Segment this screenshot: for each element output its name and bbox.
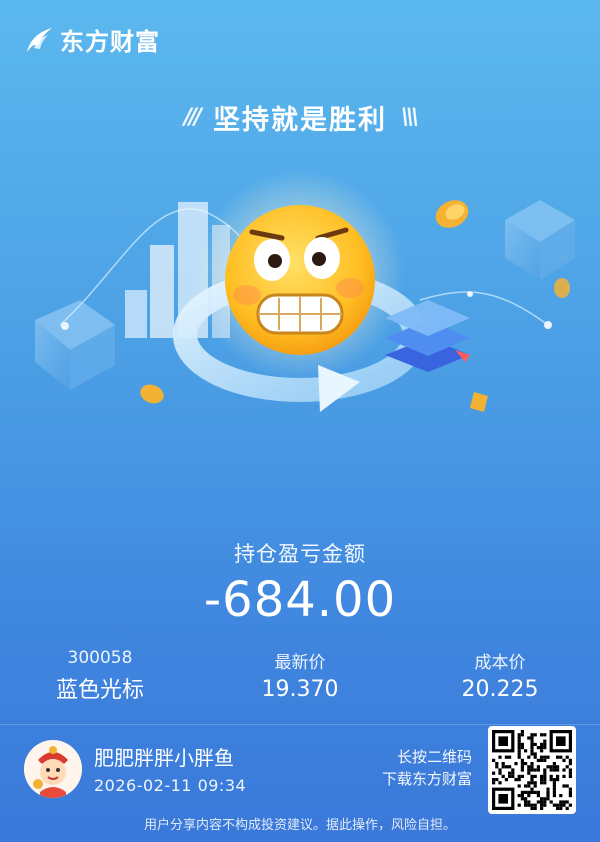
worried-face-icon bbox=[225, 205, 375, 355]
latest-price-stat: 最新价 19.370 bbox=[210, 648, 390, 702]
share-card: 东方财富 /// 坚持就是胜利 \\\ 持仓盈亏金额 -684.00 30005… bbox=[0, 0, 600, 842]
stock-code: 300058 bbox=[67, 648, 133, 668]
cost-price-label: 成本价 bbox=[474, 653, 526, 673]
avatar-icon bbox=[24, 740, 82, 798]
qr-code[interactable] bbox=[488, 726, 576, 814]
user-nickname: 肥肥胖胖小胖鱼 bbox=[94, 746, 234, 770]
cost-price-value: 20.225 bbox=[461, 677, 539, 702]
download-hint-line2: 下载东方财富 bbox=[381, 770, 472, 788]
slogan-deco-right: \\\ bbox=[401, 105, 419, 130]
slogan-text: 坚持就是胜利 bbox=[213, 105, 387, 136]
download-hint: 长按二维码 下载东方财富 bbox=[382, 746, 472, 790]
stock-info: 300058 蓝色光标 bbox=[10, 648, 190, 704]
coin-icon bbox=[435, 200, 469, 228]
brand-name: 东方财富 bbox=[60, 28, 160, 56]
disclaimer: 用户分享内容不构成投资建议。据此操作，风险自担。 bbox=[143, 818, 456, 833]
slogan: /// 坚持就是胜利 \\\ bbox=[0, 98, 600, 137]
slogan-deco-left: /// bbox=[183, 105, 202, 130]
avatar[interactable] bbox=[24, 740, 82, 798]
stock-name: 蓝色光标 bbox=[55, 678, 144, 703]
cube-icon bbox=[505, 200, 575, 280]
cost-price-stat: 成本价 20.225 bbox=[410, 648, 590, 702]
qr-code-icon bbox=[492, 730, 572, 810]
pnl-value: -684.00 bbox=[203, 572, 397, 628]
divider bbox=[0, 724, 600, 725]
cube-icon bbox=[35, 300, 115, 390]
coin-icon bbox=[470, 392, 488, 412]
hero-illustration bbox=[35, 170, 575, 412]
coin-icon bbox=[554, 278, 570, 298]
brand-header: 东方财富 bbox=[24, 22, 160, 57]
coin-icon bbox=[140, 384, 164, 404]
share-timestamp: 2026-02-11 09:34 bbox=[94, 776, 247, 795]
brand-logo-icon bbox=[27, 27, 52, 52]
latest-price-label: 最新价 bbox=[274, 653, 326, 673]
latest-price-value: 19.370 bbox=[261, 677, 339, 702]
pnl-label: 持仓盈亏金额 bbox=[234, 542, 366, 566]
download-hint-line1: 长按二维码 bbox=[396, 748, 472, 766]
